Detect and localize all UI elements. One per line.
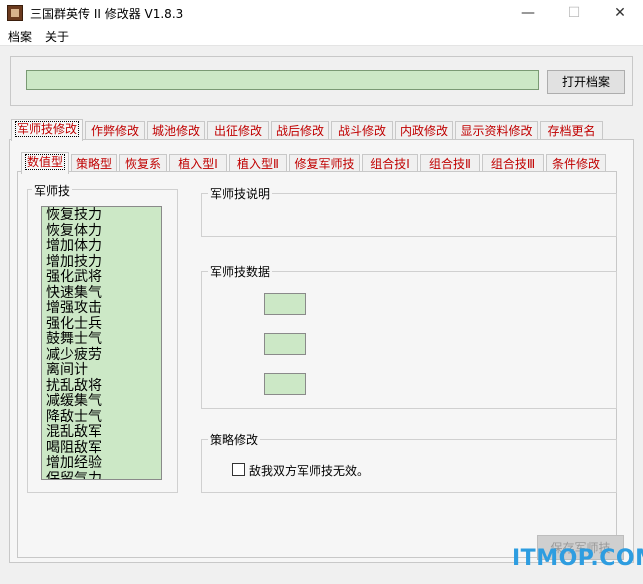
skill-list-item[interactable]: 降敌士气	[46, 409, 161, 426]
tab-cheat[interactable]: 作弊修改	[85, 121, 145, 141]
menu-bar: 档案 关于	[0, 26, 643, 46]
tab-rename-save[interactable]: 存档更名	[540, 121, 603, 141]
skill-group-title: 军师技	[32, 182, 73, 199]
skill-list-item[interactable]: 强化武将	[46, 269, 161, 286]
skill-list-item[interactable]: 恢复技力	[46, 207, 161, 224]
skill-list-item[interactable]: 增加体力	[46, 238, 161, 255]
skill-list-item[interactable]: 扰乱敌将	[46, 378, 161, 395]
file-panel: 打开档案	[10, 56, 633, 106]
skill-data-group-title: 军师技数据	[208, 263, 273, 280]
subtab-numeric[interactable]: 数值型	[21, 152, 69, 174]
skill-list[interactable]: 恢复技力 恢复体力 增加体力 增加技力 强化武将 快速集气 增强攻击 强化士兵 鼓舞士气 减少疲劳…	[41, 206, 162, 480]
skill-list-item[interactable]: 减缓集气	[46, 393, 161, 410]
skill-data-field-3[interactable]	[264, 373, 306, 395]
disable-skills-label: 敌我双方军师技无效。	[249, 464, 370, 478]
skill-list-item[interactable]: 离间计	[46, 362, 161, 379]
skill-list-item[interactable]: 增加技力	[46, 254, 161, 271]
maximize-button[interactable]: ☐	[551, 0, 597, 26]
close-button[interactable]: ✕	[597, 0, 643, 26]
watermark-logo: ITMOP.COM	[512, 546, 643, 571]
tab-advisor-skill[interactable]: 军师技修改	[11, 119, 83, 141]
menu-about[interactable]: 关于	[45, 28, 69, 45]
skill-list-item[interactable]: 保留气力	[46, 471, 161, 479]
skill-list-item[interactable]: 混乱敌军	[46, 424, 161, 441]
tab-domestic[interactable]: 内政修改	[395, 121, 453, 141]
skill-data-field-1[interactable]	[264, 293, 306, 315]
skill-list-item[interactable]: 减少疲劳	[46, 347, 161, 364]
tab-post-battle[interactable]: 战后修改	[271, 121, 329, 141]
skill-list-item[interactable]: 增加经验	[46, 455, 161, 472]
menu-file[interactable]: 档案	[8, 28, 32, 45]
skill-list-item[interactable]: 增强攻击	[46, 300, 161, 317]
open-file-button[interactable]: 打开档案	[547, 70, 625, 94]
app-icon	[7, 5, 23, 21]
description-group-title: 军师技说明	[208, 185, 273, 202]
skill-list-item[interactable]: 喝阻敌军	[46, 440, 161, 457]
title-bar: 三国群英传 II 修改器 V1.8.3 — ☐ ✕	[0, 0, 643, 26]
disable-skills-checkbox[interactable]	[232, 463, 245, 476]
tab-battle[interactable]: 战斗修改	[331, 121, 393, 141]
tab-city[interactable]: 城池修改	[147, 121, 205, 141]
tab-expedition[interactable]: 出征修改	[207, 121, 269, 141]
skill-list-item[interactable]: 快速集气	[46, 285, 161, 302]
window-title: 三国群英传 II 修改器 V1.8.3	[30, 7, 184, 21]
file-path-field[interactable]	[26, 70, 539, 90]
tab-display-data[interactable]: 显示资料修改	[455, 121, 538, 141]
skill-list-item[interactable]: 鼓舞士气	[46, 331, 161, 348]
skill-data-field-2[interactable]	[264, 333, 306, 355]
skill-list-item[interactable]: 强化士兵	[46, 316, 161, 333]
strategy-group-title: 策略修改	[208, 431, 261, 448]
minimize-button[interactable]: —	[505, 0, 551, 26]
skill-list-item[interactable]: 恢复体力	[46, 223, 161, 240]
